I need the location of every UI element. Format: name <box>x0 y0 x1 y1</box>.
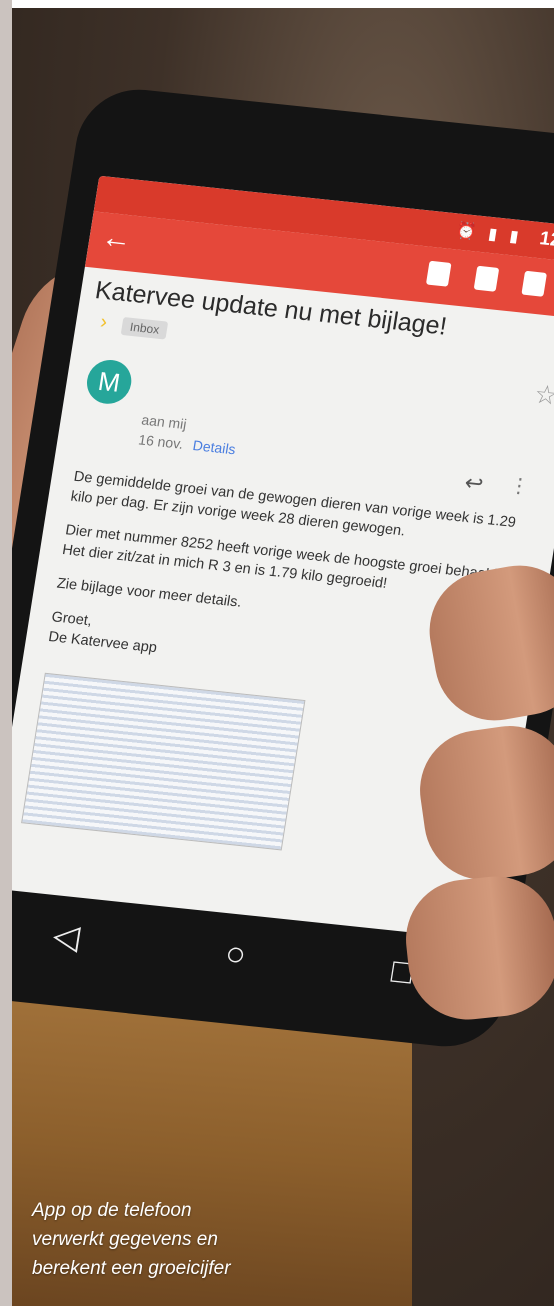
inbox-label[interactable]: Inbox <box>120 317 169 340</box>
caption-line: berekent een groeicijfer <box>32 1258 231 1279</box>
email-date: 16 nov. <box>137 431 185 452</box>
back-nav-icon[interactable]: ◁ <box>50 915 82 957</box>
more-vert-icon[interactable]: ⋮ <box>507 472 531 499</box>
top-border <box>0 0 554 8</box>
status-clock: 12:02 <box>538 228 554 255</box>
reply-icon[interactable]: ↩ <box>463 470 485 498</box>
details-link[interactable]: Details <box>192 437 237 457</box>
date-line: 16 nov. Details <box>137 431 237 457</box>
arrow-back-icon[interactable]: ← <box>99 220 134 257</box>
importance-icon: › <box>98 310 109 334</box>
photo-caption: App op de telefoon verwerkt gegevens en … <box>32 1196 352 1283</box>
status-icons: ⏰ ▮ ▮ <box>454 222 524 247</box>
side-border <box>0 0 12 1306</box>
star-icon[interactable]: ☆ <box>532 379 554 412</box>
recipient-line: aan mij <box>140 411 188 433</box>
attachment-preview[interactable] <box>21 672 306 851</box>
caption-line: verwerkt gegevens en <box>32 1229 218 1250</box>
sender-avatar[interactable]: M <box>83 357 135 406</box>
photo: ⏰ ▮ ▮ 12:02 ← Katervee update nu met bij… <box>12 8 554 1306</box>
caption-line: App op de telefoon <box>32 1200 192 1221</box>
mail-icon[interactable] <box>521 270 547 297</box>
archive-icon[interactable] <box>425 260 452 287</box>
home-nav-icon[interactable]: ○ <box>222 934 249 975</box>
delete-icon[interactable] <box>473 265 500 292</box>
